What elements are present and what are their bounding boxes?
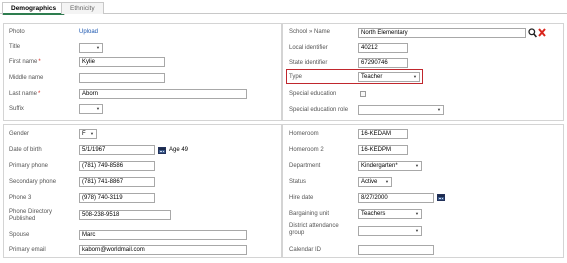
district-attendance-group-select[interactable] [358,226,422,236]
local-identifier-field[interactable]: 40212 [358,43,408,53]
homeroom-label: Homeroom [289,131,319,137]
primary-phone-field[interactable]: (781) 749-8586 [79,161,155,171]
phone-3-label: Phone 3 [9,195,32,201]
type-select[interactable]: Teacher [358,72,420,82]
district-attendance-group-label: District attendance group [289,223,339,236]
suffix-select[interactable] [79,104,103,114]
department-label: Department [289,163,321,169]
required-marker: * [38,59,41,65]
special-education-role-label: Special education role [289,107,349,113]
title-select[interactable] [79,43,103,53]
department-select[interactable]: Kindergarten* [358,161,422,171]
bargaining-unit-label: Bargaining unit [289,211,330,217]
primary-email-label: Primary email [9,247,46,253]
last-name-label: Last name* [9,91,41,97]
primary-phone-label: Primary phone [9,163,49,169]
calendar-icon[interactable] [158,147,166,154]
gender-label: Gender [9,131,30,137]
spouse-label: Spouse [9,232,30,238]
phone-directory-field[interactable]: 508-238-9518 [79,210,171,220]
date-of-birth-field[interactable]: 5/1/1967 [79,145,155,155]
phone-directory-label: Phone Directory Published [9,209,53,222]
assignment-info-panel [282,124,564,258]
bargaining-unit-select[interactable]: Teachers [358,209,422,219]
required-marker: * [38,91,41,97]
title-label: Title [9,44,21,50]
homeroom-field[interactable]: 16-KEDAM [358,129,408,139]
calendar-icon[interactable] [437,194,445,201]
hire-date-field[interactable]: 8/27/2000 [358,193,434,203]
date-of-birth-label: Date of birth [9,147,42,153]
homeroom-2-label: Homeroom 2 [289,147,324,153]
photo-label: Photo [9,29,25,35]
secondary-phone-label: Secondary phone [9,179,57,185]
special-education-checkbox[interactable] [360,91,366,97]
tab-ethnicity[interactable]: Ethnicity [61,2,104,14]
personal-info-panel [3,23,282,121]
tab-bar: Demographics Ethnicity [0,0,567,15]
school-name-label: School » Name [289,29,331,35]
middle-name-label: Middle name [9,75,44,81]
special-education-label: Special education [289,91,337,97]
status-select[interactable]: Active [358,177,392,187]
first-name-field[interactable]: Kylie [79,57,165,67]
spouse-field[interactable]: Marc [79,230,247,240]
search-icon[interactable] [528,28,537,38]
calendar-id-field[interactable] [358,245,434,255]
last-name-field[interactable]: Aborn [79,89,247,99]
school-name-field[interactable]: North Elementary [358,28,526,38]
homeroom-2-field[interactable]: 16-KEDPM [358,145,408,155]
state-identifier-field[interactable]: 67290746 [358,58,408,68]
age-text: Age 49 [169,147,189,153]
local-identifier-label: Local identifier [289,45,328,51]
gender-select[interactable]: F [79,129,97,139]
hire-date-label: Hire date [289,195,314,201]
type-label: Type [289,74,303,80]
clear-icon[interactable] [538,28,546,37]
tab-demographics[interactable]: Demographics [2,2,66,15]
phone-3-field[interactable]: (978) 740-3119 [79,193,155,203]
upload-link[interactable]: Upload [79,29,98,36]
suffix-label: Suffix [9,106,24,112]
calendar-id-label: Calendar ID [289,247,322,253]
status-label: Status [289,179,307,185]
secondary-phone-field[interactable]: (781) 741-8867 [79,177,155,187]
first-name-label: First name* [9,59,41,65]
middle-name-field[interactable] [79,73,165,83]
state-identifier-label: State identifier [289,60,328,66]
primary-email-field[interactable]: kaborn@worldmail.com [79,245,247,255]
special-education-role-select[interactable] [358,105,444,115]
